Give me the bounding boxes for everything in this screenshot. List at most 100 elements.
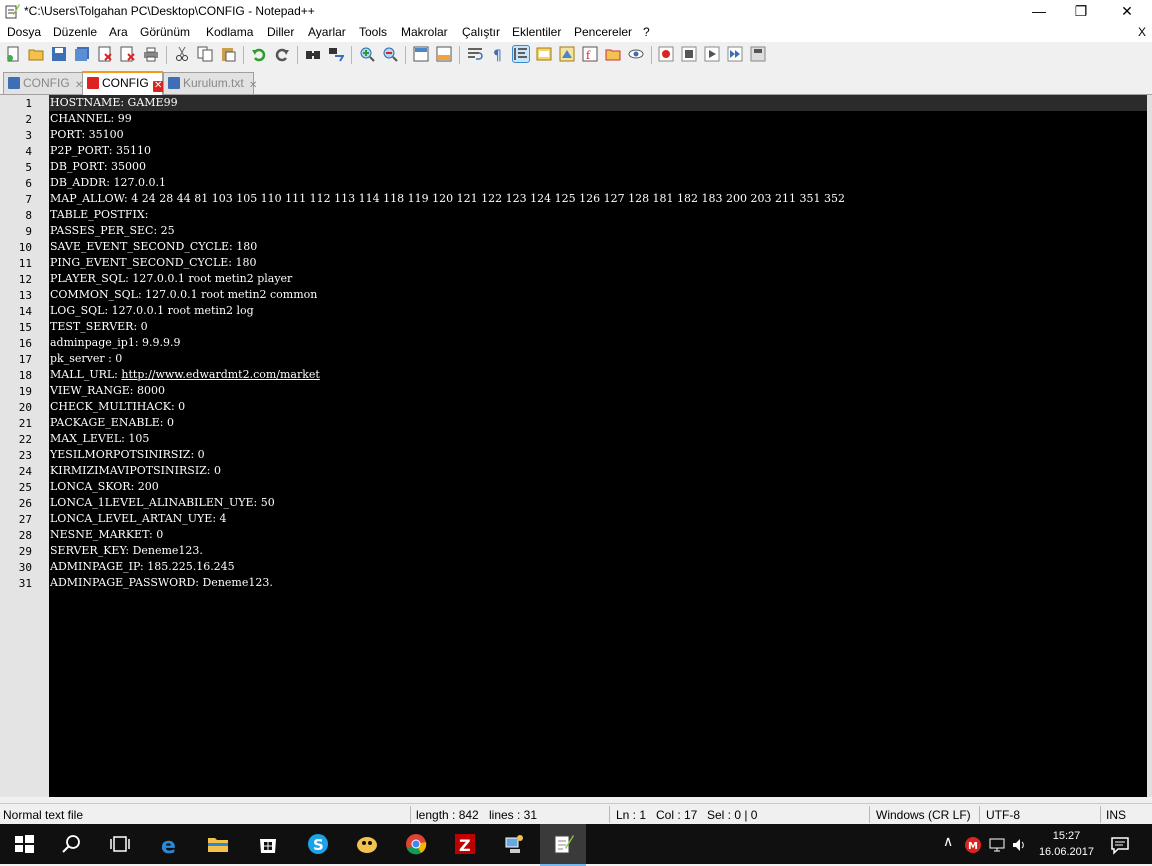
code-line[interactable]: PACKAGE_ENABLE: 0: [50, 415, 174, 431]
menu-duzenle[interactable]: Düzenle: [53, 25, 97, 39]
doc-map-icon[interactable]: [559, 46, 575, 62]
folder-workspace-icon[interactable]: [605, 46, 621, 62]
vertical-scrollbar[interactable]: [1147, 95, 1152, 797]
code-line[interactable]: HOSTNAME: GAME99: [50, 95, 178, 111]
menu-diller[interactable]: Diller: [267, 25, 294, 39]
open-file-icon[interactable]: [28, 46, 44, 62]
code-line[interactable]: NESNE_MARKET: 0: [50, 527, 163, 543]
menu-makrolar[interactable]: Makrolar: [401, 25, 448, 39]
code-line[interactable]: YESILMORPOTSINIRSIZ: 0: [50, 447, 205, 463]
menu-pencereler[interactable]: Pencereler: [574, 25, 632, 39]
menu-tools[interactable]: Tools: [359, 25, 387, 39]
close-all-icon[interactable]: [120, 46, 136, 62]
tab-config-2[interactable]: CONFIG ✕: [82, 71, 164, 96]
run-macro-multiple-icon[interactable]: [727, 46, 743, 62]
copy-icon[interactable]: [197, 46, 213, 62]
paste-icon[interactable]: [220, 46, 236, 62]
record-macro-icon[interactable]: [658, 46, 674, 62]
file-explorer-icon[interactable]: [206, 832, 230, 856]
code-line-mall-url[interactable]: MALL_URL: http://www.edwardmt2.com/marke…: [50, 367, 320, 383]
code-line[interactable]: ADMINPAGE_PASSWORD: Deneme123.: [50, 575, 273, 591]
url-link[interactable]: http://www.edwardmt2.com/market: [121, 368, 319, 381]
code-line[interactable]: MAP_ALLOW: 4 24 28 44 81 103 105 110 111…: [50, 191, 845, 207]
taskbar-active-app[interactable]: [540, 824, 586, 866]
tab-kurulum[interactable]: Kurulum.txt ✕: [163, 72, 257, 94]
minimize-button[interactable]: —: [1016, 0, 1062, 22]
undo-icon[interactable]: [251, 46, 267, 62]
function-list-icon[interactable]: f: [582, 46, 598, 62]
sync-vertical-icon[interactable]: [413, 46, 429, 62]
replace-icon[interactable]: [328, 46, 344, 62]
indent-guide-icon[interactable]: [512, 45, 530, 63]
code-line[interactable]: PORT: 35100: [50, 127, 124, 143]
close-icon[interactable]: ✕: [248, 81, 259, 92]
chrome-icon[interactable]: [404, 832, 428, 856]
menu-eklentiler[interactable]: Eklentiler: [512, 25, 561, 39]
code-line[interactable]: pk_server : 0: [50, 351, 122, 367]
windows-start-icon[interactable]: [12, 832, 36, 856]
code-line[interactable]: COMMON_SQL: 127.0.0.1 root metin2 common: [50, 287, 317, 303]
edge-browser-icon[interactable]: e: [158, 832, 182, 856]
code-line[interactable]: ADMINPAGE_IP: 185.225.16.245: [50, 559, 235, 575]
code-line[interactable]: PASSES_PER_SEC: 25: [50, 223, 175, 239]
code-line[interactable]: PING_EVENT_SECOND_CYCLE: 180: [50, 255, 257, 271]
code-line[interactable]: LONCA_SKOR: 200: [50, 479, 159, 495]
zoom-in-icon[interactable]: [359, 46, 375, 62]
word-wrap-icon[interactable]: [467, 46, 483, 62]
code-line[interactable]: SERVER_KEY: Deneme123.: [50, 543, 203, 559]
menu-ara[interactable]: Ara: [109, 25, 128, 39]
action-center-icon[interactable]: [1110, 835, 1130, 855]
code-line[interactable]: P2P_PORT: 35110: [50, 143, 151, 159]
user-language-icon[interactable]: [536, 46, 552, 62]
menu-kodlama[interactable]: Kodlama: [206, 25, 253, 39]
filezilla-icon[interactable]: Z: [453, 832, 477, 856]
code-line[interactable]: DB_ADDR: 127.0.0.1: [50, 175, 166, 191]
code-line[interactable]: TEST_SERVER: 0: [50, 319, 148, 335]
stop-macro-icon[interactable]: [681, 46, 697, 62]
search-icon[interactable]: [60, 832, 84, 856]
print-icon[interactable]: [143, 46, 159, 62]
code-line[interactable]: DB_PORT: 35000: [50, 159, 146, 175]
editor-area[interactable]: 1 2 3 4 5 6 7 8 9 10 11 12 13 14 15 16 1…: [0, 95, 1147, 797]
system-clock[interactable]: 15:27 16.06.2017: [1039, 828, 1094, 860]
menu-calistir[interactable]: Çalıştır: [462, 25, 500, 39]
tab-config-1[interactable]: CONFIG ✕: [3, 72, 83, 94]
redo-icon[interactable]: [274, 46, 290, 62]
store-icon[interactable]: [256, 832, 280, 856]
show-hidden-icons-icon[interactable]: ∧: [943, 833, 953, 850]
network-computer-icon[interactable]: [502, 832, 526, 856]
code-line[interactable]: TABLE_POSTFIX:: [50, 207, 148, 223]
close-document-button[interactable]: X: [1138, 25, 1146, 39]
skype-icon[interactable]: S: [306, 832, 330, 856]
play-macro-icon[interactable]: [704, 46, 720, 62]
code-line[interactable]: LONCA_LEVEL_ARTAN_UYE: 4: [50, 511, 227, 527]
code-line[interactable]: LONCA_1LEVEL_ALINABILEN_UYE: 50: [50, 495, 275, 511]
code-line[interactable]: VIEW_RANGE: 8000: [50, 383, 165, 399]
show-all-chars-icon[interactable]: ¶: [490, 46, 506, 62]
restore-button[interactable]: ❐: [1058, 0, 1104, 22]
messenger-buddy-icon[interactable]: [355, 832, 379, 856]
code-line[interactable]: adminpage_ip1: 9.9.9.9: [50, 335, 181, 351]
cut-icon[interactable]: [174, 46, 190, 62]
code-line[interactable]: SAVE_EVENT_SECOND_CYCLE: 180: [50, 239, 257, 255]
find-icon[interactable]: [305, 46, 321, 62]
sync-horizontal-icon[interactable]: [436, 46, 452, 62]
menu-gorunum[interactable]: Görünüm: [140, 25, 190, 39]
code-line[interactable]: CHECK_MULTIHACK: 0: [50, 399, 185, 415]
new-file-icon[interactable]: [5, 46, 21, 62]
task-view-icon[interactable]: [108, 832, 132, 856]
menu-dosya[interactable]: Dosya: [7, 25, 41, 39]
antivirus-tray-icon[interactable]: M: [964, 836, 982, 854]
code-line[interactable]: KIRMIZIMAVIPOTSINIRSIZ: 0: [50, 463, 221, 479]
code-line[interactable]: MAX_LEVEL: 105: [50, 431, 149, 447]
save-icon[interactable]: [51, 46, 67, 62]
menu-ayarlar[interactable]: Ayarlar: [308, 25, 346, 39]
menu-help[interactable]: ?: [643, 25, 650, 39]
network-tray-icon[interactable]: [988, 836, 1006, 854]
save-macro-icon[interactable]: [750, 46, 766, 62]
close-file-icon[interactable]: [97, 46, 113, 62]
code-line[interactable]: PLAYER_SQL: 127.0.0.1 root metin2 player: [50, 271, 292, 287]
code-line[interactable]: LOG_SQL: 127.0.0.1 root metin2 log: [50, 303, 254, 319]
zoom-out-icon[interactable]: [382, 46, 398, 62]
save-all-icon[interactable]: [74, 46, 90, 62]
